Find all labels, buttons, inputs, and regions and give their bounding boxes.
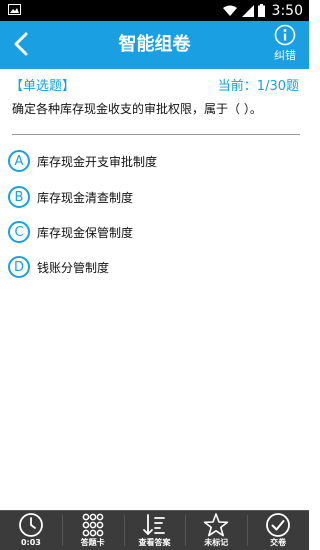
timer-button[interactable]: 0:03 xyxy=(0,511,62,550)
option-d[interactable]: D 钱账分管制度 xyxy=(8,254,268,280)
divider xyxy=(12,134,300,135)
question-text: 确定各种库存现金收支的审批权限，属于（ ）。 xyxy=(12,102,262,116)
question-meta: 【单选题】 当前：1/30题 xyxy=(0,69,309,97)
wifi-icon xyxy=(222,5,237,16)
option-text-c: 库存现金保管制度 xyxy=(37,225,134,240)
option-text-a: 库存现金开支审批制度 xyxy=(37,154,158,169)
option-text-d: 钱账分管制度 xyxy=(37,260,110,275)
option-text-b: 库存现金清查制度 xyxy=(37,190,134,205)
bottom-toolbar: 0:03 答题卡 查看答案 未标记 交卷 xyxy=(0,510,309,550)
view-answer-label: 查看答案 xyxy=(138,538,171,547)
mark-label: 未标记 xyxy=(204,538,229,547)
grid-dots-icon xyxy=(82,513,104,537)
status-time: 3:50 xyxy=(271,2,303,19)
mark-button[interactable]: 未标记 xyxy=(185,511,247,550)
view-answer-button[interactable]: 查看答案 xyxy=(123,511,186,550)
report-error-label: 纠错 xyxy=(274,49,296,62)
page-title: 智能组卷 xyxy=(118,34,191,55)
app-header: 智能组卷 纠错 xyxy=(0,21,309,69)
answer-card-label: 答题卡 xyxy=(80,538,105,547)
answer-card-button[interactable]: 答题卡 xyxy=(61,511,124,550)
image-notification-icon xyxy=(8,4,21,15)
option-letter-c: C xyxy=(8,221,30,243)
chevron-left-icon xyxy=(14,32,28,56)
status-bar: 3:50 xyxy=(0,0,309,21)
option-c[interactable]: C 库存现金保管制度 xyxy=(8,219,268,245)
question-progress: 当前：1/30题 xyxy=(217,79,299,94)
option-letter-b: B xyxy=(8,186,30,208)
option-a[interactable]: A 库存现金开支审批制度 xyxy=(8,148,268,174)
submit-label: 交卷 xyxy=(270,538,287,547)
signal-icon xyxy=(241,4,254,17)
check-circle-icon xyxy=(266,513,290,537)
option-b[interactable]: B 库存现金清查制度 xyxy=(8,184,268,210)
timer-label: 0:03 xyxy=(20,538,41,547)
battery-icon xyxy=(257,4,265,17)
option-letter-a: A xyxy=(8,150,30,172)
submit-button[interactable]: 交卷 xyxy=(247,511,309,550)
clock-icon xyxy=(18,513,43,537)
back-button[interactable] xyxy=(6,29,36,59)
option-letter-d: D xyxy=(8,256,30,278)
question-type: 【单选题】 xyxy=(10,79,76,94)
sort-down-icon xyxy=(143,514,166,536)
report-error-button[interactable]: 纠错 xyxy=(267,24,303,68)
info-icon xyxy=(274,24,296,46)
star-icon xyxy=(203,513,229,537)
